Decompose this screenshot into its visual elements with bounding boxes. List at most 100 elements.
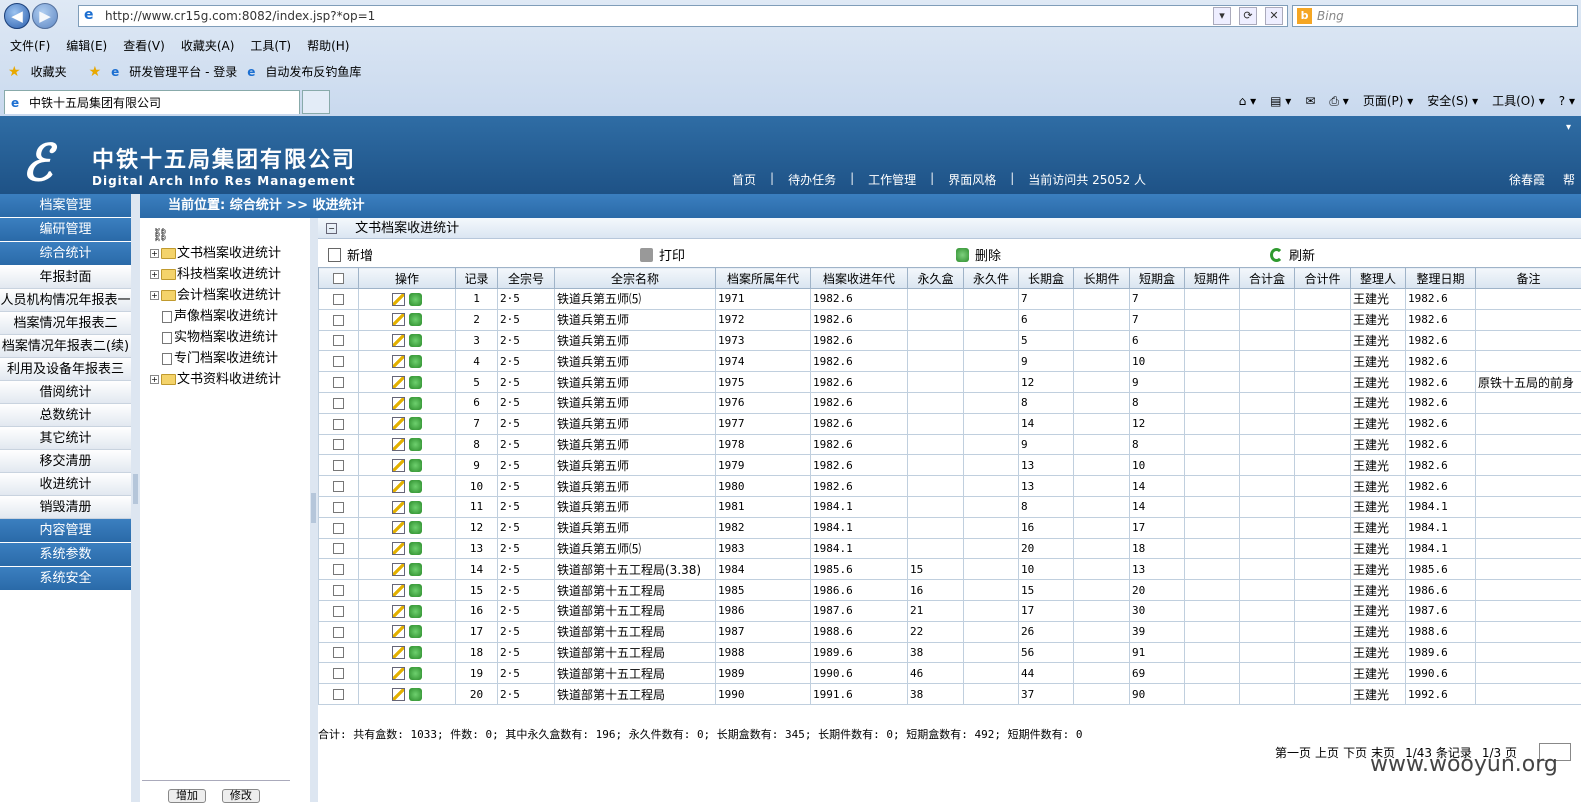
expand-icon[interactable]: + [150, 249, 159, 258]
nav-work[interactable]: 工作管理 [868, 171, 916, 188]
menu-tools[interactable]: 工具(T) [250, 36, 291, 57]
nav-home[interactable]: 首页 [732, 171, 756, 188]
row-checkbox[interactable] [333, 543, 344, 554]
sidebar-item-11[interactable]: 移交清册 [0, 450, 131, 473]
expand-icon[interactable]: + [150, 270, 159, 279]
tree-splitter[interactable] [310, 218, 318, 802]
view-icon[interactable] [409, 334, 422, 347]
sidebar-item-9[interactable]: 总数统计 [0, 404, 131, 427]
edit-icon[interactable] [392, 334, 405, 347]
view-icon[interactable] [409, 459, 422, 472]
view-icon[interactable] [409, 438, 422, 451]
edit-icon[interactable] [392, 293, 405, 306]
view-icon[interactable] [409, 521, 422, 534]
sidebar-item-4[interactable]: 人员机构情况年报表一 [0, 289, 131, 312]
tree-node-0[interactable]: +文书档案收进统计 [150, 244, 281, 264]
sidebar-item-10[interactable]: 其它统计 [0, 427, 131, 450]
table-row[interactable]: 82·5铁道兵第五师19781982.698王建光1982.6 [319, 434, 1581, 455]
view-icon[interactable] [409, 688, 422, 701]
address-url[interactable]: http://www.cr15g.com:8082/index.jsp?*op=… [105, 9, 375, 23]
pager-next[interactable]: 下页 [1343, 744, 1367, 761]
table-row[interactable]: 22·5铁道兵第五师19721982.667王建光1982.6 [319, 309, 1581, 330]
edit-icon[interactable] [392, 355, 405, 368]
row-checkbox[interactable] [333, 502, 344, 513]
sidebar-item-14[interactable]: 内容管理 [0, 519, 131, 543]
edit-icon[interactable] [392, 438, 405, 451]
column-header-8[interactable]: 长期盒 [1019, 268, 1074, 289]
row-checkbox[interactable] [333, 460, 344, 471]
column-header-6[interactable]: 永久盒 [908, 268, 964, 289]
view-icon[interactable] [409, 355, 422, 368]
row-checkbox[interactable] [333, 377, 344, 388]
table-row[interactable]: 62·5铁道兵第五师19761982.688王建光1982.6 [319, 392, 1581, 413]
table-row[interactable]: 142·5铁道部第十五工程局(3.38)19841985.6151013王建光1… [319, 559, 1581, 580]
column-header-10[interactable]: 短期盒 [1130, 268, 1185, 289]
mail-icon[interactable]: ✉ [1305, 90, 1315, 112]
view-icon[interactable] [409, 397, 422, 410]
edit-icon[interactable] [392, 688, 405, 701]
edit-icon[interactable] [392, 625, 405, 638]
edit-icon[interactable] [392, 646, 405, 659]
edit-icon[interactable] [392, 459, 405, 472]
menu-help[interactable]: 帮助(H) [307, 36, 349, 57]
sidebar-item-5[interactable]: 档案情况年报表二 [0, 312, 131, 335]
view-icon[interactable] [409, 542, 422, 555]
row-checkbox[interactable] [333, 689, 344, 700]
column-header-11[interactable]: 短期件 [1185, 268, 1240, 289]
edit-icon[interactable] [392, 376, 405, 389]
row-checkbox[interactable] [333, 481, 344, 492]
refresh-icon[interactable]: ⟳ [1239, 7, 1257, 25]
menu-edit[interactable]: 编辑(E) [66, 36, 107, 57]
menu-file[interactable]: 文件(F) [10, 36, 50, 57]
user-name[interactable]: 徐春霞 [1509, 171, 1545, 188]
row-checkbox[interactable] [333, 419, 344, 430]
collapse-header-icon[interactable]: ▾ [1566, 122, 1571, 133]
new-button[interactable]: 新增 [328, 245, 373, 264]
view-icon[interactable] [409, 293, 422, 306]
fav-link-1[interactable]: 研发管理平台 - 登录 [129, 60, 237, 84]
sidebar-item-16[interactable]: 系统安全 [0, 567, 131, 591]
pager-prev[interactable]: 上页 [1315, 744, 1339, 761]
table-row[interactable]: 92·5铁道兵第五师19791982.61310王建光1982.6 [319, 455, 1581, 476]
view-icon[interactable] [409, 417, 422, 430]
view-icon[interactable] [409, 313, 422, 326]
table-row[interactable]: 132·5铁道兵第五师⑸19831984.12018王建光1984.1 [319, 538, 1581, 559]
cmd-safety[interactable]: 安全(S) ▾ [1427, 90, 1478, 112]
row-checkbox[interactable] [333, 668, 344, 679]
search-input[interactable]: b Bing [1292, 5, 1578, 27]
row-checkbox[interactable] [333, 294, 344, 305]
view-icon[interactable] [409, 625, 422, 638]
cmd-help[interactable]: ? ▾ [1559, 90, 1575, 112]
select-all-checkbox[interactable] [333, 273, 344, 284]
nav-todo[interactable]: 待办任务 [788, 171, 836, 188]
view-icon[interactable] [409, 376, 422, 389]
address-bar[interactable]: e http://www.cr15g.com:8082/index.jsp?*o… [78, 5, 1288, 27]
view-icon[interactable] [409, 646, 422, 659]
tree-node-1[interactable]: +科技档案收进统计 [150, 265, 281, 285]
edit-icon[interactable] [392, 521, 405, 534]
view-icon[interactable] [409, 480, 422, 493]
column-header-0[interactable]: 操作 [359, 268, 456, 289]
back-button[interactable]: ◀ [4, 3, 30, 29]
view-icon[interactable] [409, 563, 422, 576]
sidebar-item-6[interactable]: 档案情况年报表二(续) [0, 335, 131, 358]
table-row[interactable]: 72·5铁道兵第五师19771982.61412王建光1982.6 [319, 413, 1581, 434]
column-header-16[interactable]: 备注 [1476, 268, 1581, 289]
table-row[interactable]: 12·5铁道兵第五师⑸19711982.677王建光1982.6 [319, 289, 1581, 310]
menu-view[interactable]: 查看(V) [123, 36, 165, 57]
table-row[interactable]: 32·5铁道兵第五师19731982.656王建光1982.6 [319, 330, 1581, 351]
print-icon[interactable]: ⎙ ▾ [1329, 90, 1348, 112]
table-row[interactable]: 52·5铁道兵第五师19751982.6129王建光1982.6原铁十五局的前身 [319, 372, 1581, 393]
sidebar-item-13[interactable]: 销毁清册 [0, 496, 131, 519]
table-row[interactable]: 42·5铁道兵第五师19741982.6910王建光1982.6 [319, 351, 1581, 372]
expand-icon[interactable]: + [150, 291, 159, 300]
column-header-1[interactable]: 记录 [456, 268, 498, 289]
sidebar-item-1[interactable]: 编研管理 [0, 218, 131, 242]
table-row[interactable]: 152·5铁道部第十五工程局19851986.6161520王建光1986.6 [319, 580, 1581, 601]
edit-icon[interactable] [392, 542, 405, 555]
view-icon[interactable] [409, 605, 422, 618]
delete-button[interactable]: 删除 [956, 245, 1001, 264]
view-icon[interactable] [409, 584, 422, 597]
forward-button[interactable]: ▶ [32, 3, 58, 29]
tree-node-3[interactable]: 声像档案收进统计 [150, 307, 278, 327]
